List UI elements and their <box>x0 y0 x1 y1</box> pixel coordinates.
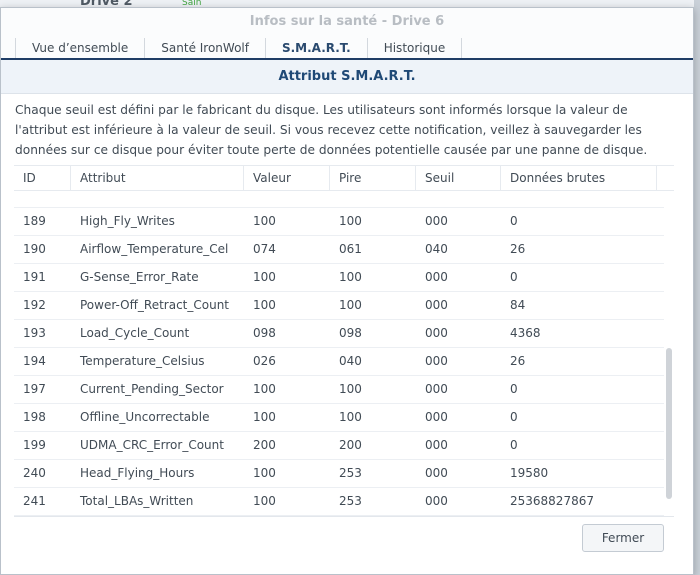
cell-worst: 040 <box>339 354 362 368</box>
column-header-worst[interactable]: Pire <box>330 166 416 190</box>
column-header-value[interactable]: Valeur <box>244 166 330 190</box>
cell-worst: 061 <box>339 242 362 256</box>
cell-attribute: Head_Flying_Hours <box>80 466 195 480</box>
dialog-title: Infos sur la santé - Drive 6 <box>1 8 693 38</box>
cell-value: 100 <box>253 214 276 228</box>
cell-attribute: Power-Off_Retract_Count <box>80 298 230 312</box>
cell-value: 100 <box>253 410 276 424</box>
background-window-edge <box>694 0 700 575</box>
cell-id: 240 <box>23 466 46 480</box>
table-row[interactable]: 240 Head_Flying_Hours 100 253 000 19580 <box>14 460 664 488</box>
table-scrollbar[interactable] <box>666 348 672 499</box>
cell-id: 193 <box>23 326 46 340</box>
table-row[interactable]: 199 UDMA_CRC_Error_Count 200 200 000 0 <box>14 432 664 460</box>
column-header-attribute[interactable]: Attribut <box>71 166 244 190</box>
table-body[interactable]: 189 High_Fly_Writes 100 100 000 0 190 Airflow_T… <box>14 193 664 516</box>
cell-worst: 253 <box>339 466 362 480</box>
cell-threshold: 040 <box>425 242 448 256</box>
cell-worst: 100 <box>339 270 362 284</box>
cell-id: 191 <box>23 270 46 284</box>
tab-bar: Vue d’ensemble Santé IronWolf S.M.A.R.T.… <box>1 38 693 60</box>
cell-threshold: 000 <box>425 410 448 424</box>
cell-worst: 253 <box>339 494 362 508</box>
table-row[interactable]: 198 Offline_Uncorrectable 100 100 000 0 <box>14 404 664 432</box>
cell-threshold: 000 <box>425 354 448 368</box>
table-header: ID Attribut Valeur Pire Seuil Données br… <box>14 165 674 191</box>
section-title: Attribut S.M.A.R.T. <box>1 60 693 94</box>
column-header-threshold[interactable]: Seuil <box>416 166 501 190</box>
cell-id: 192 <box>23 298 46 312</box>
cell-threshold: 000 <box>425 270 448 284</box>
cell-value: 026 <box>253 354 276 368</box>
column-header-spacer <box>657 166 674 190</box>
cell-threshold: 000 <box>425 214 448 228</box>
cell-raw-data: 0 <box>510 214 518 228</box>
cell-raw-data: 0 <box>510 410 518 424</box>
smart-attributes-table: ID Attribut Valeur Pire Seuil Données br… <box>14 165 674 517</box>
cell-worst: 200 <box>339 438 362 452</box>
tab-overview[interactable]: Vue d’ensemble <box>15 38 144 58</box>
cell-attribute: Total_LBAs_Written <box>80 494 194 508</box>
cell-threshold: 000 <box>425 466 448 480</box>
cell-worst: 100 <box>339 382 362 396</box>
cell-value: 100 <box>253 494 276 508</box>
cell-threshold: 000 <box>425 382 448 396</box>
cell-raw-data: 19580 <box>510 466 549 480</box>
cell-id: 241 <box>23 494 46 508</box>
cell-raw-data: 0 <box>510 382 518 396</box>
tab-history[interactable]: Historique <box>366 38 463 58</box>
cell-value: 100 <box>253 466 276 480</box>
cell-raw-data: 0 <box>510 438 518 452</box>
cell-id: 199 <box>23 438 46 452</box>
cell-worst: 100 <box>339 214 362 228</box>
cell-threshold: 000 <box>425 298 448 312</box>
cell-raw-data: 26 <box>510 354 526 368</box>
cell-value: 100 <box>253 298 276 312</box>
tab-smart[interactable]: S.M.A.R.T. <box>264 38 367 58</box>
column-header-raw-data[interactable]: Données brutes <box>501 166 657 190</box>
table-row[interactable]: 189 High_Fly_Writes 100 100 000 0 <box>14 208 664 236</box>
cell-value: 098 <box>253 326 276 340</box>
cell-id: 198 <box>23 410 46 424</box>
table-row[interactable]: 191 G-Sense_Error_Rate 100 100 000 0 <box>14 264 664 292</box>
cell-threshold: 000 <box>425 326 448 340</box>
cell-attribute: High_Fly_Writes <box>80 214 175 228</box>
cell-attribute: Offline_Uncorrectable <box>80 410 210 424</box>
cell-worst: 100 <box>339 410 362 424</box>
cell-worst: 098 <box>339 326 362 340</box>
cell-id: 189 <box>23 214 46 228</box>
cell-id: 197 <box>23 382 46 396</box>
cell-raw-data: 26 <box>510 242 526 256</box>
cell-attribute: Load_Cycle_Count <box>80 326 190 340</box>
cell-threshold: 000 <box>425 494 448 508</box>
cell-value: 074 <box>253 242 276 256</box>
cell-attribute: UDMA_CRC_Error_Count <box>80 438 224 452</box>
table-row[interactable]: 193 Load_Cycle_Count 098 098 000 4368 <box>14 320 664 348</box>
cell-worst: 100 <box>339 298 362 312</box>
cell-raw-data: 4368 <box>510 326 541 340</box>
cell-id: 190 <box>23 242 46 256</box>
cell-attribute: Current_Pending_Sector <box>80 382 224 396</box>
cell-raw-data: 0 <box>510 270 518 284</box>
description-text: Chaque seuil est défini par le fabricant… <box>15 103 648 157</box>
table-row[interactable]: 241 Total_LBAs_Written 100 253 000 2536882786… <box>14 488 664 516</box>
tab-ironwolf-health[interactable]: Santé IronWolf <box>144 38 265 58</box>
table-row-partial <box>14 193 664 208</box>
table-row[interactable]: 190 Airflow_Temperature_Cel 074 061 040 26 <box>14 236 664 264</box>
close-button[interactable]: Fermer <box>582 524 664 552</box>
column-header-id[interactable]: ID <box>14 166 71 190</box>
cell-attribute: G-Sense_Error_Rate <box>80 270 199 284</box>
table-row[interactable]: 192 Power-Off_Retract_Count 100 100 000 84 <box>14 292 664 320</box>
cell-raw-data: 84 <box>510 298 526 312</box>
table-row[interactable]: 197 Current_Pending_Sector 100 100 000 0 <box>14 376 664 404</box>
cell-id: 194 <box>23 354 46 368</box>
cell-attribute: Temperature_Celsius <box>80 354 205 368</box>
cell-threshold: 000 <box>425 438 448 452</box>
cell-value: 200 <box>253 438 276 452</box>
table-row[interactable]: 194 Temperature_Celsius 026 040 000 26 <box>14 348 664 376</box>
cell-raw-data: 25368827867 <box>510 494 594 508</box>
cell-value: 100 <box>253 382 276 396</box>
cell-attribute: Airflow_Temperature_Cel <box>80 242 229 256</box>
cell-value: 100 <box>253 270 276 284</box>
